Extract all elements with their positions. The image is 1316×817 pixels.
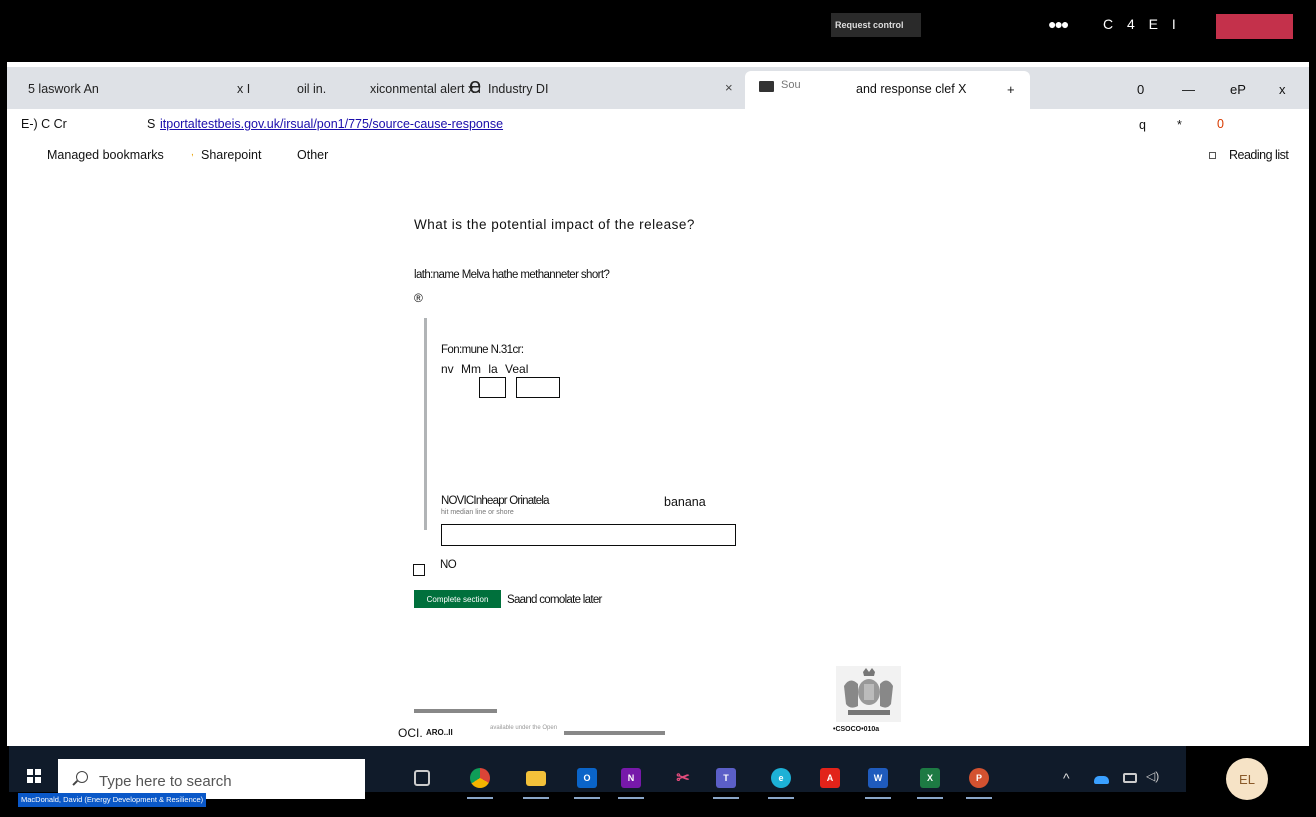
tab-favicon-icon	[759, 81, 774, 92]
distance-label: NOVICInheapr Orinatela	[441, 495, 549, 507]
snipping-tool-icon[interactable]: ✂	[673, 768, 693, 788]
reading-list-button[interactable]: Reading list	[1229, 148, 1289, 162]
info-icon[interactable]: ®	[414, 291, 423, 305]
bookmark-separator: ,	[191, 147, 194, 158]
close-window-button[interactable]: x	[1279, 82, 1286, 97]
meeting-bar: Request control ●●● C 4 E I	[0, 0, 1316, 62]
leave-button[interactable]	[1216, 14, 1293, 39]
search-icon	[76, 771, 88, 783]
tab-4[interactable]: Industry DI	[488, 82, 548, 96]
powerpoint-running-indicator	[966, 797, 992, 799]
date-legend: Fon:mune N.31cr:	[441, 344, 524, 356]
favorite-star-icon[interactable]: *	[1177, 118, 1182, 132]
month-input[interactable]	[479, 377, 506, 398]
address-bar: E-) C Cr S itportaltestbeis.gov.uk/irsua…	[7, 109, 1309, 139]
edge-running-indicator	[768, 797, 794, 799]
question-hint: lath:name Melva hathe methanneter short?	[414, 269, 610, 281]
reading-list-icon[interactable]	[1209, 152, 1216, 159]
meeting-controls[interactable]: C 4 E I	[1103, 16, 1181, 32]
ogl-underline	[564, 731, 665, 735]
crown-copyright-link[interactable]: •CSOCO•010a	[833, 726, 879, 733]
chrome-running-indicator	[467, 797, 493, 799]
tab-5[interactable]: Sou	[781, 79, 801, 91]
presenter-name-label: MacDonald, David (Energy Development & R…	[18, 793, 207, 807]
year-input[interactable]	[516, 377, 560, 398]
tab-1-close[interactable]: x I	[237, 82, 250, 96]
conditional-border	[424, 318, 427, 530]
ogl-licence-text: available under the Open	[490, 725, 558, 731]
date-field-labels: nv Mm la Veal	[441, 362, 529, 376]
file-explorer-icon[interactable]	[526, 771, 546, 786]
browser-window: 5 laswork An x I oil in. xiconmental ale…	[7, 62, 1309, 746]
teams-icon[interactable]: T	[716, 768, 736, 788]
powerpoint-icon[interactable]: P	[969, 768, 989, 788]
royal-crest-icon	[836, 666, 901, 722]
bookmarks-bar: Managed bookmarks , Sharepoint Other Rea…	[7, 139, 1309, 167]
zoom-icon[interactable]: q	[1139, 118, 1146, 132]
ogl-abbr: ARO..II	[426, 728, 453, 737]
extension-alert-icon[interactable]: 0	[1217, 117, 1224, 131]
window-button-b[interactable]: eP	[1230, 82, 1246, 97]
word-icon[interactable]: W	[868, 768, 888, 788]
nav-buttons[interactable]: E-) C Cr	[21, 117, 67, 131]
distance-hint: hit median line or shore	[441, 509, 514, 516]
edge-glyph-icon: e	[469, 73, 482, 98]
edge-icon[interactable]: e	[771, 768, 791, 788]
ogl-logo-text: OCI.	[398, 726, 423, 740]
explorer-running-indicator	[523, 797, 549, 799]
bookmark-other[interactable]: Other	[297, 148, 328, 162]
save-later-link[interactable]: Saand comolate later	[507, 594, 602, 606]
complete-section-button[interactable]: Complete section	[414, 590, 501, 608]
onenote-running-indicator	[618, 797, 644, 799]
tab-1[interactable]: 5 laswork An	[28, 82, 99, 96]
teams-running-indicator	[713, 797, 739, 799]
windows-start-icon[interactable]	[27, 769, 41, 783]
tab-active[interactable]: Sou and response clef X	[745, 71, 1030, 109]
user-avatar[interactable]: EL	[1226, 758, 1268, 800]
chrome-icon[interactable]	[470, 768, 490, 788]
request-control-button[interactable]: Request control	[831, 13, 921, 37]
footer-divider	[414, 709, 497, 713]
onedrive-icon[interactable]	[1094, 776, 1109, 784]
no-label: NO	[440, 559, 457, 571]
tab-close-icon[interactable]: ×	[725, 80, 733, 95]
new-tab-button[interactable]: +	[1007, 82, 1015, 97]
minimize-button[interactable]: —	[1182, 82, 1195, 97]
excel-icon[interactable]: X	[920, 768, 940, 788]
banana-text: banana	[664, 495, 706, 509]
question-heading: What is the potential impact of the rele…	[414, 217, 695, 232]
outlook-running-indicator	[574, 797, 600, 799]
tab-2[interactable]: oil in.	[297, 82, 326, 96]
bookmark-managed[interactable]: Managed bookmarks	[47, 148, 164, 162]
tray-chevron-icon[interactable]: ^	[1063, 770, 1070, 786]
bookmark-sharepoint[interactable]: Sharepoint	[201, 148, 261, 162]
outlook-icon[interactable]: O	[577, 768, 597, 788]
no-checkbox[interactable]	[413, 564, 425, 576]
site-info-icon[interactable]: S	[147, 117, 155, 131]
acrobat-icon[interactable]: A	[820, 768, 840, 788]
tab-active-title[interactable]: and response clef X	[856, 82, 967, 96]
taskbar-search-placeholder[interactable]: Type here to search	[99, 773, 232, 790]
volume-icon[interactable]: ◁)	[1146, 769, 1159, 783]
tab-3[interactable]: xiconmental alert x I	[370, 82, 481, 96]
tab-strip: 5 laswork An x I oil in. xiconmental ale…	[7, 67, 1309, 109]
network-icon[interactable]	[1123, 773, 1137, 783]
more-options-icon[interactable]: ●●●	[1048, 16, 1069, 32]
onenote-icon[interactable]: N	[621, 768, 641, 788]
window-button-a[interactable]: 0	[1137, 82, 1144, 97]
word-running-indicator	[865, 797, 891, 799]
distance-input[interactable]	[441, 524, 736, 546]
url-field[interactable]: itportaltestbeis.gov.uk/irsual/pon1/775/…	[160, 117, 503, 131]
task-view-icon[interactable]	[414, 770, 430, 786]
excel-running-indicator	[917, 797, 943, 799]
